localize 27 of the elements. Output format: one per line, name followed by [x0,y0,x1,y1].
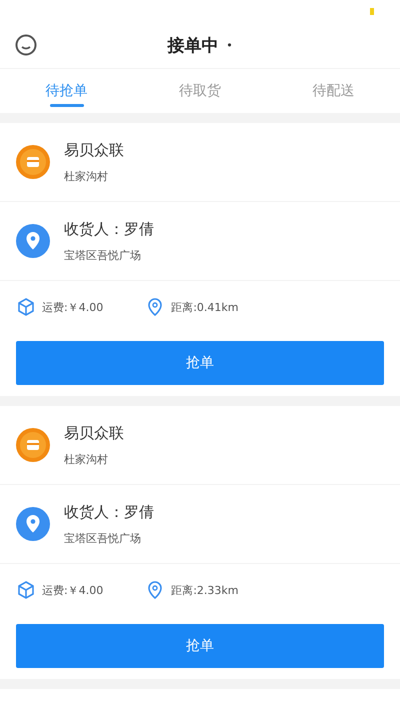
shop-icon [16,428,50,462]
grab-order-button[interactable]: 抢单 [16,624,384,668]
distance: 距离:0.41km [171,300,238,314]
smiley-icon[interactable] [15,34,37,56]
tab[interactable]: 待取货 [133,69,267,113]
delivery-fee: 运费:￥4.00 [42,300,104,314]
grab-order-button[interactable]: 抢单 [16,341,384,385]
box-icon [16,297,36,317]
dropdown-caret[interactable]: • [226,38,233,52]
tab[interactable]: 待配送 [266,69,400,113]
receiver-name: 收货人：罗倩 [64,502,154,522]
shop-address: 杜家沟村 [64,452,109,466]
receiver-address: 宝塔区吾悦广场 [64,248,142,262]
shop-address: 杜家沟村 [64,168,109,184]
shop-name: 易贝众联 [64,140,124,160]
receiver-address: 宝塔区吾悦广场 [64,530,142,546]
shop-icon [16,145,50,179]
location-pin-icon [16,507,50,541]
battery-icon [370,8,374,14]
box-icon [16,580,36,600]
header-title[interactable]: 接单中 [167,34,218,56]
delivery-fee: 运费:￥4.00 [42,582,104,598]
tab[interactable]: 待抢单 [0,69,134,113]
distance: 距离:2.33km [171,582,238,598]
location-pin-icon [16,224,50,258]
receiver-name: 收货人：罗倩 [64,220,154,238]
shop-name: 易贝众联 [64,424,124,442]
